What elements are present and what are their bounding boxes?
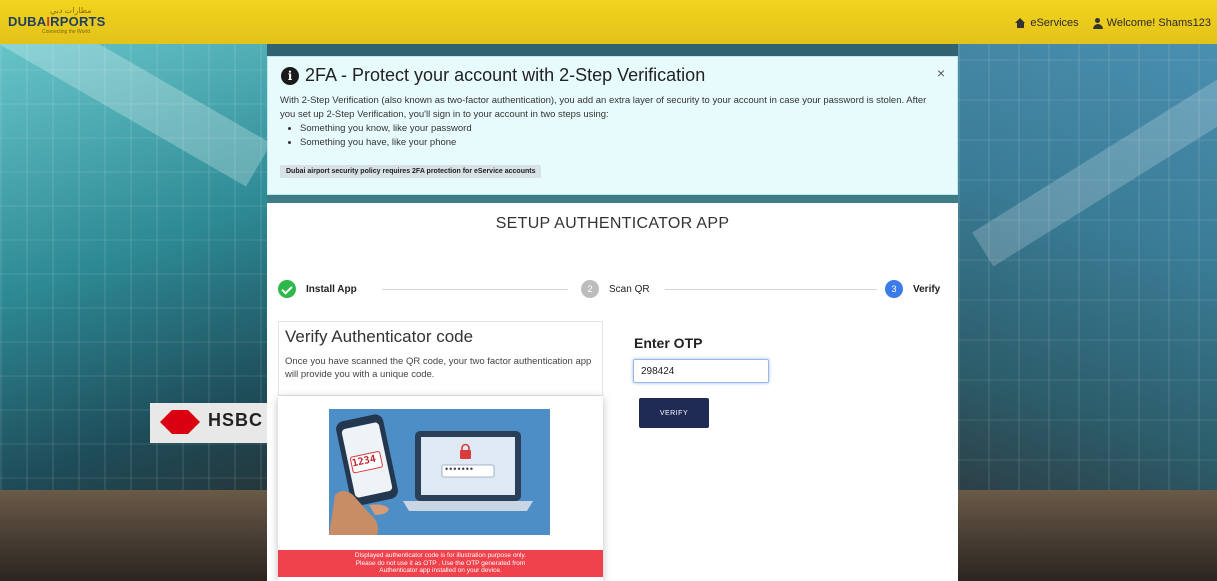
alert-body: With 2-Step Verification (also known as … (280, 94, 940, 150)
authenticator-illustration: 1234 ••••••• (329, 409, 550, 535)
nav-eservices-link[interactable]: eServices (1015, 17, 1079, 29)
step-complete-icon (278, 280, 296, 298)
setup-stepper: Install App 2 Scan QR 3 Verify (278, 280, 953, 300)
step-verify[interactable]: 3 Verify (885, 280, 940, 298)
logo-text: DUBAIRPORTS (8, 14, 106, 29)
authenticator-illustration-panel: 1234 ••••••• Displayed authenticator cod… (278, 396, 603, 581)
step-number: 2 (581, 280, 599, 298)
verify-info-panel: Verify Authenticator code Once you have … (278, 321, 603, 396)
close-icon[interactable]: × (937, 65, 945, 81)
alert-description: With 2-Step Verification (also known as … (280, 95, 927, 120)
nav-user-menu[interactable]: Welcome! Shams123 (1092, 17, 1211, 29)
background-sign-text: HSBC (208, 410, 264, 430)
policy-badge: Dubai airport security policy requires 2… (280, 165, 542, 178)
dubai-airports-logo[interactable]: مطارات دبي DUBAIRPORTS Connecting the Wo… (8, 6, 106, 36)
top-nav: eServices Welcome! Shams123 (1015, 17, 1211, 29)
step-install-app[interactable]: Install App (278, 280, 357, 298)
alert-bullet: Something you know, like your password (300, 122, 940, 136)
info-icon: i (281, 66, 299, 85)
laptop-password-text: ••••••• (445, 464, 475, 474)
nav-eservices-label: eServices (1030, 17, 1079, 29)
verify-description: Once you have scanned the QR code, your … (285, 356, 592, 380)
alert-bullet: Something you have, like your phone (300, 136, 940, 150)
step-label: Scan QR (609, 283, 650, 295)
otp-label: Enter OTP (634, 335, 703, 351)
alert-title: 2FA - Protect your account with 2-Step V… (305, 65, 706, 85)
setup-authenticator-card: SETUP AUTHENTICATOR APP Install App 2 Sc… (267, 203, 958, 581)
step-scan-qr[interactable]: 2 Scan QR (581, 280, 650, 298)
warning-line: Displayed authenticator code is for illu… (354, 552, 527, 559)
step-label: Verify (913, 283, 941, 295)
phone-laptop-illustration (329, 409, 550, 535)
step-number: 3 (885, 280, 903, 298)
stepper-connector (665, 289, 877, 290)
stepper-connector (382, 289, 568, 290)
user-icon (1092, 17, 1103, 29)
page-title: SETUP AUTHENTICATOR APP (495, 215, 730, 232)
home-icon (1015, 18, 1026, 28)
logo-tagline: Connecting the World (42, 29, 90, 35)
alert-bullet-list: Something you know, like your password S… (280, 122, 940, 150)
otp-input[interactable] (633, 359, 769, 383)
2fa-info-alert: i 2FA - Protect your account with 2-Step… (267, 56, 958, 195)
warning-line: Authenticator app installed on your devi… (379, 567, 502, 574)
top-header: مطارات دبي DUBAIRPORTS Connecting the Wo… (0, 0, 1217, 44)
warning-line: Please do not use it as OTP . Use the OT… (355, 559, 526, 567)
verify-button[interactable]: VERIFY (639, 398, 709, 428)
verify-title: Verify Authenticator code (285, 327, 474, 346)
step-label: Install App (306, 283, 357, 295)
illustration-warning: Displayed authenticator code is for illu… (278, 550, 603, 577)
nav-user-label: Welcome! Shams123 (1106, 17, 1211, 29)
alert-title-row: i 2FA - Protect your account with 2-Step… (281, 65, 705, 86)
